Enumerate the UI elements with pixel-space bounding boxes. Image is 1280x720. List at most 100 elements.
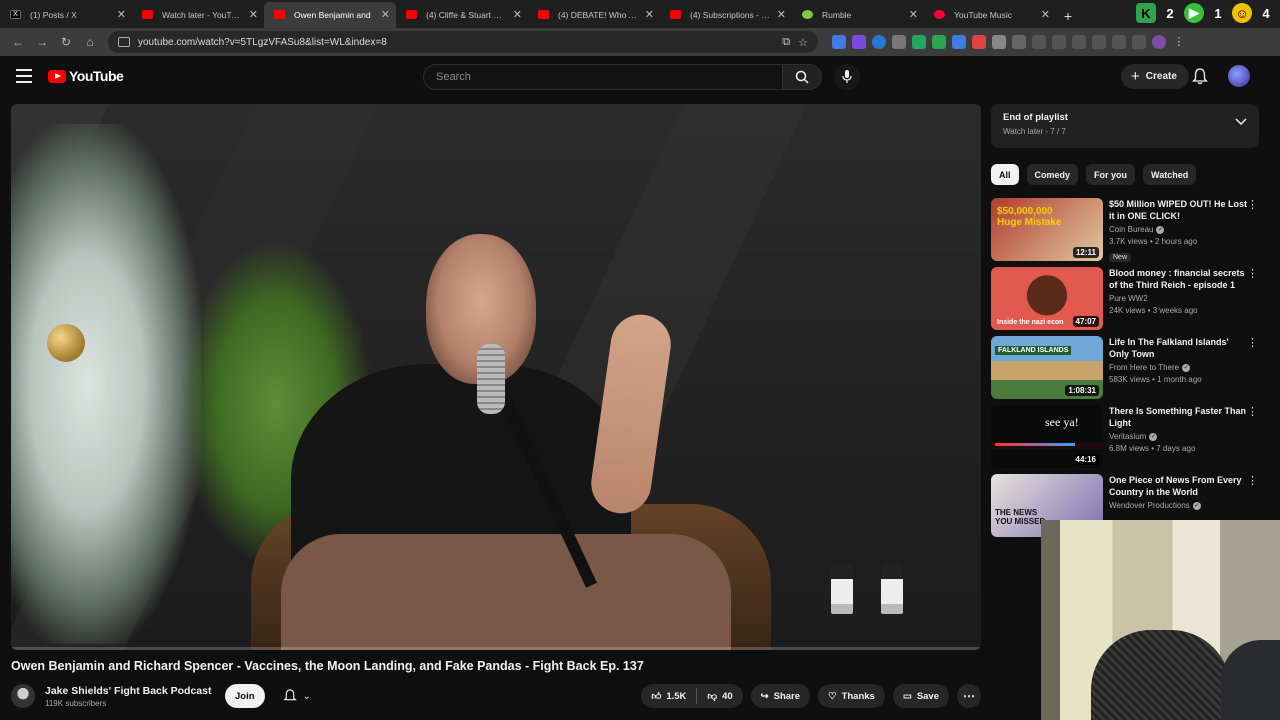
close-tab-icon[interactable]: ✕ — [513, 8, 522, 21]
thumbnail-text: Inside the nazi econ — [997, 319, 1064, 326]
bookmark-star-icon[interactable]: ☆ — [798, 36, 808, 49]
browser-tab[interactable]: (4) DEBATE! Who Are th✕ — [528, 2, 660, 28]
save-playlist-icon: ▭ — [902, 690, 912, 702]
recommendation-title[interactable]: One Piece of News From Every Country in … — [1109, 474, 1247, 498]
playlist-panel[interactable]: End of playlist Watch later - 7 / 7 — [991, 104, 1259, 148]
save-button[interactable]: ▭ Save — [892, 684, 949, 708]
chip-watched[interactable]: Watched — [1143, 164, 1197, 185]
extension-icon[interactable] — [932, 35, 946, 49]
join-button[interactable]: Join — [225, 684, 265, 708]
chip-for-you[interactable]: For you — [1086, 164, 1136, 185]
video-player[interactable] — [11, 104, 981, 650]
chevron-down-icon[interactable] — [1235, 118, 1247, 126]
share-button[interactable]: ↪ Share — [750, 684, 811, 708]
more-options-icon[interactable]: ⋮ — [1247, 476, 1258, 487]
extension-icon[interactable] — [852, 35, 866, 49]
browser-tab[interactable]: Watch later - YouTube ✕ — [132, 2, 264, 28]
account-avatar[interactable] — [1228, 65, 1250, 87]
extension-icon[interactable] — [972, 35, 986, 49]
chip-comedy[interactable]: Comedy — [1026, 164, 1079, 185]
extension-icon[interactable] — [912, 35, 926, 49]
close-tab-icon[interactable]: ✕ — [777, 8, 786, 21]
chip-all[interactable]: All — [991, 164, 1019, 185]
reload-icon[interactable]: ↻ — [54, 31, 78, 53]
browser-tab[interactable]: (4) Subscriptions - YouT✕ — [660, 2, 792, 28]
menu-icon[interactable] — [16, 69, 32, 83]
install-icon[interactable]: ⧉ — [782, 36, 790, 49]
more-actions-button[interactable]: ⋯ — [957, 684, 981, 708]
search-input[interactable] — [436, 71, 782, 83]
video-thumbnail[interactable]: Inside the nazi econ 47:07 — [991, 267, 1103, 330]
extension-icon[interactable] — [1112, 35, 1126, 49]
video-thumbnail[interactable]: $50,000,000 Huge Mistake 12:11 — [991, 198, 1103, 261]
channel-avatar[interactable] — [11, 684, 35, 708]
home-icon[interactable]: ⌂ — [78, 31, 102, 53]
sidebar-icon[interactable] — [1092, 35, 1106, 49]
extension-icon[interactable] — [1132, 35, 1146, 49]
extension-icon[interactable] — [992, 35, 1006, 49]
k-extension-icon[interactable]: K — [1136, 3, 1156, 23]
more-options-icon[interactable]: ⋮ — [1247, 338, 1258, 349]
browser-tab[interactable]: Rumble ✕ — [792, 2, 924, 28]
more-options-icon[interactable]: ⋮ — [1247, 407, 1258, 418]
browser-tab[interactable]: (4) Cliffe & Stuart Knech✕ — [396, 2, 528, 28]
recommendation-channel: From Here to There ✓ — [1109, 363, 1191, 372]
duration-badge: 44:16 — [1072, 454, 1099, 465]
close-tab-icon[interactable]: ✕ — [381, 8, 390, 21]
puzzle-icon[interactable] — [1012, 35, 1026, 49]
voice-search-button[interactable] — [834, 64, 860, 90]
close-tab-icon[interactable]: ✕ — [645, 8, 654, 21]
face-extension-icon[interactable]: ☺ — [1232, 3, 1252, 23]
recommendation-title[interactable]: Blood money : financial secrets of the T… — [1109, 267, 1247, 291]
channel-name[interactable]: Jake Shields' Fight Back Podcast — [45, 685, 215, 697]
extension-icon[interactable] — [1052, 35, 1066, 49]
search-button[interactable] — [782, 64, 822, 90]
video-thumbnail[interactable]: FALKLAND ISLANDS 1:08:31 — [991, 336, 1103, 399]
more-options-icon[interactable]: ⋮ — [1247, 200, 1258, 211]
bottles — [831, 564, 903, 614]
search-box[interactable] — [423, 64, 783, 90]
close-tab-icon[interactable]: ✕ — [909, 8, 918, 21]
recommendation-item[interactable]: $50,000,000 Huge Mistake 12:11 $50 Milli… — [991, 198, 1261, 267]
video-progress-bar[interactable] — [11, 647, 981, 650]
site-info-icon[interactable] — [118, 37, 130, 47]
forward-icon[interactable]: → — [30, 31, 54, 53]
close-tab-icon[interactable]: ✕ — [249, 8, 258, 21]
back-icon[interactable]: ← — [6, 31, 30, 53]
kebab-menu-icon[interactable]: ⋮ — [1172, 35, 1186, 49]
create-button[interactable]: + Create — [1121, 64, 1189, 89]
extension-icon[interactable] — [832, 35, 846, 49]
devtools-icon[interactable] — [1072, 35, 1086, 49]
history-icon[interactable] — [1032, 35, 1046, 49]
profile-icon[interactable] — [1152, 35, 1166, 49]
recommendation-item[interactable]: see ya! 44:16 There Is Something Faster … — [991, 405, 1261, 474]
dislike-button[interactable]: 👎︎ 40 — [697, 684, 742, 708]
recommendation-item[interactable]: FALKLAND ISLANDS 1:08:31 Life In The Fal… — [991, 336, 1261, 405]
browser-tab[interactable]: YouTube Music ✕ — [924, 2, 1056, 28]
recommendation-title[interactable]: $50 Million WIPED OUT! He Lost it in ONE… — [1109, 198, 1247, 222]
browser-tab-active[interactable]: Owen Benjamin and ✕ — [264, 2, 396, 28]
extension-icon[interactable] — [892, 35, 906, 49]
close-tab-icon[interactable]: ✕ — [117, 8, 126, 21]
youtube-icon — [142, 10, 153, 19]
more-options-icon[interactable]: ⋮ — [1247, 269, 1258, 280]
new-tab-button[interactable]: + — [1056, 4, 1080, 28]
notifications-bell-icon[interactable] — [1192, 68, 1208, 85]
recommendation-channel: Wendover Productions ✓ — [1109, 501, 1201, 510]
youtube-logo[interactable]: YouTube — [48, 68, 124, 84]
webcam-person — [1221, 640, 1280, 720]
extension-icon[interactable] — [952, 35, 966, 49]
browser-tab[interactable]: X (1) Posts / X ✕ — [0, 2, 132, 28]
thanks-button[interactable]: ♡ Thanks — [818, 684, 885, 708]
recommendation-title[interactable]: Life In The Falkland Islands' Only Town — [1109, 336, 1247, 360]
like-button[interactable]: 👍︎ 1.5K — [641, 684, 696, 708]
recommendation-item[interactable]: Inside the nazi econ 47:07 Blood money :… — [991, 267, 1261, 336]
notification-preferences-button[interactable]: ⌄ — [275, 684, 317, 708]
close-tab-icon[interactable]: ✕ — [1041, 8, 1050, 21]
extension-icon[interactable] — [872, 35, 886, 49]
recommendation-title[interactable]: There Is Something Faster Than Light — [1109, 405, 1247, 429]
address-bar[interactable]: youtube.com/watch?v=5TLgzVFASu8&list=WL&… — [108, 31, 818, 53]
video-thumbnail[interactable]: see ya! 44:16 — [991, 405, 1103, 468]
recommendation-meta: 583K views • 1 month ago — [1109, 375, 1202, 384]
play-extension-icon[interactable]: ▶ — [1184, 3, 1204, 23]
